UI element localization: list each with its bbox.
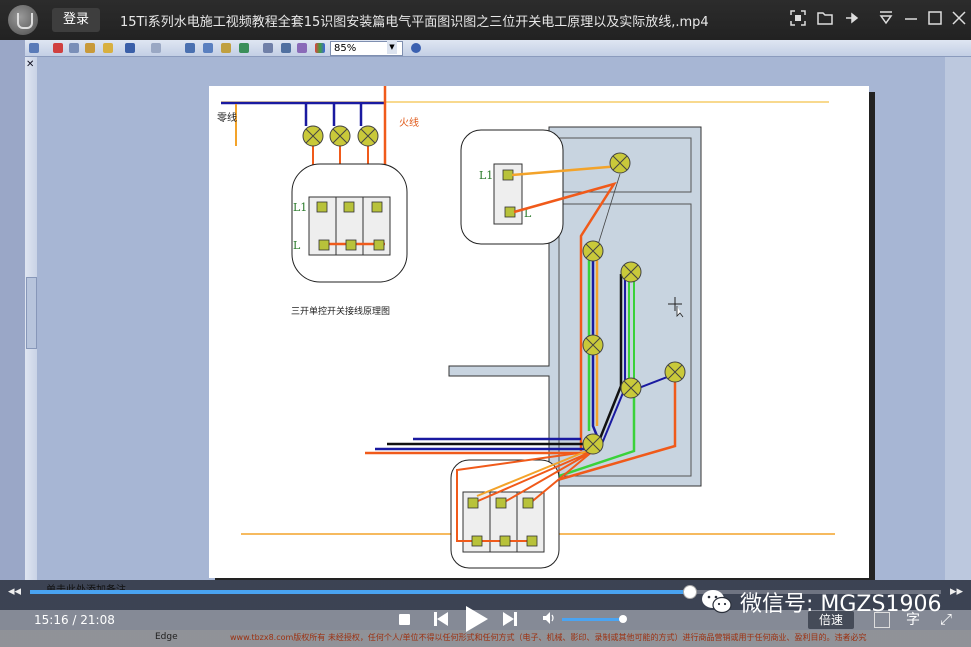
app-logo	[8, 5, 38, 35]
previous-button[interactable]	[434, 611, 448, 627]
grid-icon	[263, 43, 273, 53]
playback-time: 15:16 / 21:08	[34, 613, 115, 627]
play-button[interactable]	[463, 605, 489, 633]
pane-scrollbar	[26, 277, 37, 349]
redo-icon	[151, 43, 161, 53]
page-tab: Edge	[155, 632, 178, 642]
dropdown-menu-icon[interactable]	[877, 10, 895, 28]
seek-back-icon[interactable]: ◂◂	[8, 584, 21, 599]
wiring-diagram: 零线 火线 L1 L 三开单控开关接线原理图 L1 L	[217, 86, 835, 569]
folder-icon[interactable]	[816, 10, 834, 28]
format-painter-icon	[103, 43, 113, 53]
dynamic-grid-icon	[297, 43, 307, 53]
table-icon	[185, 43, 195, 53]
maximize-icon[interactable]	[926, 10, 944, 28]
l1-label-left: L1	[293, 201, 307, 214]
neutral-label: 零线	[217, 111, 237, 124]
pane-close-icon: ✕	[26, 59, 35, 70]
speed-button[interactable]: 倍速	[808, 611, 854, 629]
next-button[interactable]	[503, 611, 517, 627]
fullscreen-icon[interactable]: ⤢	[940, 610, 952, 628]
wechat-icon	[701, 589, 733, 615]
neutral-taps	[304, 103, 363, 126]
player-title-bar: 登录 15Ti系列水电施工视频教程全套15识图安装篇电气平面图识图之三位开关电工…	[0, 0, 971, 40]
pin-icon[interactable]	[843, 10, 861, 28]
volume-slider[interactable]	[562, 615, 627, 623]
minimize-icon[interactable]	[902, 10, 920, 28]
subtitle-button[interactable]: 字	[906, 609, 920, 629]
progress-handle[interactable]	[682, 585, 697, 599]
seek-forward-icon[interactable]: ▸▸	[950, 584, 963, 599]
video-frame[interactable]: 85% ▼ ✕ 零线 火线 L1 L 三开单控开关接线原理图 L1 L	[0, 40, 971, 584]
lamps-left	[302, 125, 379, 147]
stop-button[interactable]	[399, 614, 410, 625]
diagram-caption: 三开单控开关接线原理图	[291, 305, 390, 317]
video-title: 15Ti系列水电施工视频教程全套15识图安装篇电气平面图识图之三位开关电工原理以…	[120, 15, 709, 30]
paste-icon	[85, 43, 95, 53]
login-button[interactable]: 登录	[52, 8, 100, 32]
color-icon	[315, 43, 325, 53]
cut-icon	[53, 43, 63, 53]
window-icon	[203, 43, 213, 53]
close-icon[interactable]	[950, 10, 968, 28]
volume-handle[interactable]	[618, 615, 627, 623]
l1-label-right: L1	[479, 169, 493, 182]
copyright-disclaimer: www.tbzx8.com版权所有 未经授权，任何个人/单位不得以任何形式和任何…	[230, 633, 867, 642]
live-label: 火线	[399, 116, 419, 129]
undo-icon	[125, 43, 135, 53]
help-icon	[411, 43, 421, 53]
screenshot-icon[interactable]	[789, 10, 807, 28]
l-label-left: L	[293, 239, 301, 252]
progress-fill	[30, 590, 689, 594]
drawing-page: 零线 火线 L1 L 三开单控开关接线原理图 L1 L	[209, 86, 869, 578]
zoom-dropdown-icon: ▼	[387, 41, 397, 54]
shapes-icon	[221, 43, 231, 53]
window-mode-icon[interactable]	[874, 612, 890, 628]
copy-icon	[69, 43, 79, 53]
drawing-canvas: 零线 火线 L1 L 三开单控开关接线原理图 L1 L	[37, 57, 945, 584]
layout-icon	[281, 43, 291, 53]
connector-icon	[239, 43, 249, 53]
volume-icon[interactable]	[543, 611, 555, 625]
volume-fill	[562, 618, 623, 621]
visio-right-panel	[945, 57, 971, 580]
visio-toolbar: 85% ▼	[25, 40, 971, 57]
print-preview-icon	[29, 43, 39, 53]
player-controls: 单击此处添加备注 Edge www.tbzx8.com版权所有 未经授权，任何个…	[0, 580, 971, 647]
